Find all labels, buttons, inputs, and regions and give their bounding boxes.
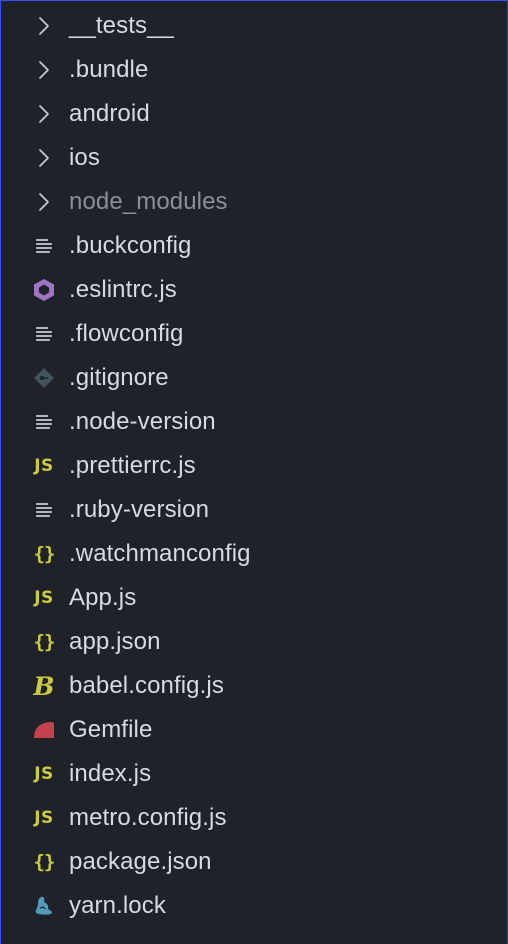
folder-row[interactable]: node_modules (1, 180, 507, 224)
folder-name: __tests__ (69, 12, 174, 39)
javascript-badge-text: JS (34, 808, 54, 828)
file-row[interactable]: .ruby-version (1, 488, 507, 532)
file-name: app.json (69, 628, 161, 655)
file-row[interactable]: JS .prettierrc.js (1, 444, 507, 488)
file-name: .gitignore (69, 364, 169, 391)
javascript-icon: JS (31, 761, 57, 787)
chevron-right-icon (31, 189, 57, 215)
text-file-icon (31, 233, 57, 259)
json-braces-text: {} (33, 851, 56, 873)
file-row[interactable]: JS metro.config.js (1, 796, 507, 840)
json-icon: {} (31, 541, 57, 567)
chevron-right-icon (31, 13, 57, 39)
eslint-icon (31, 277, 57, 303)
file-name: .ruby-version (69, 496, 210, 523)
file-tree: __tests__ .bundle android ios node_modules .b… (1, 4, 507, 928)
folder-row[interactable]: ios (1, 136, 507, 180)
file-row[interactable]: .node-version (1, 400, 507, 444)
folder-name: android (69, 100, 150, 127)
file-name: .buckconfig (69, 232, 192, 259)
file-name: .node-version (69, 408, 216, 435)
text-file-icon (31, 497, 57, 523)
chevron-right-icon (31, 145, 57, 171)
git-icon (31, 365, 57, 391)
javascript-badge-text: JS (34, 588, 54, 608)
file-explorer: __tests__ .bundle android ios node_modules .b… (0, 0, 508, 944)
file-name: yarn.lock (69, 892, 166, 919)
file-row[interactable]: Gemfile (1, 708, 507, 752)
file-name: .watchmanconfig (69, 540, 251, 567)
babel-icon: B (31, 671, 57, 701)
folder-name: node_modules (69, 188, 228, 215)
file-row[interactable]: .eslintrc.js (1, 268, 507, 312)
chevron-right-icon (31, 57, 57, 83)
json-icon: {} (31, 849, 57, 875)
text-file-icon (31, 409, 57, 435)
ruby-gem-icon (31, 717, 57, 743)
file-row[interactable]: JS index.js (1, 752, 507, 796)
file-row[interactable]: Bbabel.config.js (1, 664, 507, 708)
file-name: index.js (69, 760, 152, 787)
text-file-icon (31, 321, 57, 347)
file-row[interactable]: {} package.json (1, 840, 507, 884)
json-braces-text: {} (33, 543, 56, 565)
file-row[interactable]: JS App.js (1, 576, 507, 620)
file-name: Gemfile (69, 716, 153, 743)
file-row[interactable]: .flowconfig (1, 312, 507, 356)
folder-name: ios (69, 144, 100, 171)
file-name: package.json (69, 848, 212, 875)
json-icon: {} (31, 629, 57, 655)
file-row[interactable]: yarn.lock (1, 884, 507, 928)
file-row[interactable]: {} .watchmanconfig (1, 532, 507, 576)
javascript-icon: JS (31, 805, 57, 831)
file-name: metro.config.js (69, 804, 227, 831)
file-name: .flowconfig (69, 320, 184, 347)
javascript-badge-text: JS (34, 456, 54, 476)
yarn-icon (31, 893, 57, 919)
file-name: .eslintrc.js (69, 276, 177, 303)
file-name: babel.config.js (69, 672, 224, 699)
file-row[interactable]: {} app.json (1, 620, 507, 664)
folder-name: .bundle (69, 56, 149, 83)
javascript-icon: JS (31, 585, 57, 611)
babel-letter-text: B (33, 671, 55, 701)
javascript-icon: JS (31, 453, 57, 479)
chevron-right-icon (31, 101, 57, 127)
file-name: App.js (69, 584, 137, 611)
json-braces-text: {} (33, 631, 56, 653)
folder-row[interactable]: .bundle (1, 48, 507, 92)
file-row[interactable]: .buckconfig (1, 224, 507, 268)
file-name: .prettierrc.js (69, 452, 196, 479)
file-row[interactable]: .gitignore (1, 356, 507, 400)
folder-row[interactable]: android (1, 92, 507, 136)
folder-row[interactable]: __tests__ (1, 4, 507, 48)
javascript-badge-text: JS (34, 764, 54, 784)
